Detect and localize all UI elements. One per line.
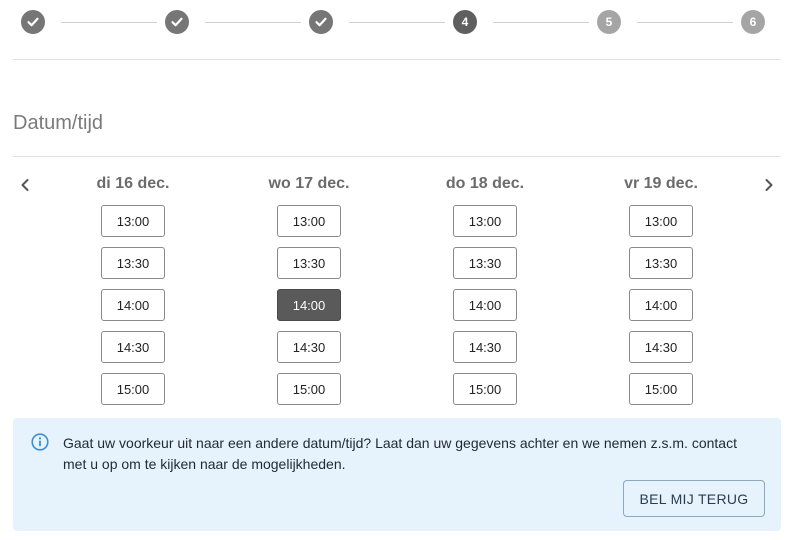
day-column: wo 17 dec. 13:00 13:30 14:00 14:30 15:00 — [239, 174, 379, 415]
step-1-complete — [21, 10, 45, 34]
time-slot[interactable]: 14:00 — [101, 289, 165, 321]
day-label: di 16 dec. — [96, 175, 170, 192]
step-connector — [61, 22, 157, 23]
time-slot[interactable]: 13:30 — [453, 247, 517, 279]
progress-stepper: 4 5 6 — [21, 10, 765, 36]
time-slot[interactable]: 14:00 — [453, 289, 517, 321]
time-slot[interactable]: 15:00 — [453, 373, 517, 405]
info-icon — [31, 433, 49, 451]
step-connector — [205, 22, 301, 23]
chevron-left-icon — [21, 179, 29, 191]
step-3-complete — [309, 10, 333, 34]
time-slot[interactable]: 13:30 — [101, 247, 165, 279]
time-slot[interactable]: 14:30 — [453, 331, 517, 363]
step-number: 5 — [605, 15, 613, 29]
time-slot[interactable]: 13:30 — [629, 247, 693, 279]
step-connector — [637, 22, 733, 23]
prev-days-button[interactable] — [14, 174, 36, 196]
time-slot[interactable]: 14:30 — [629, 331, 693, 363]
checkmark-icon — [27, 17, 39, 27]
time-slot[interactable]: 14:30 — [277, 331, 341, 363]
chevron-right-icon — [765, 179, 773, 191]
time-slot[interactable]: 13:00 — [277, 205, 341, 237]
day-column: do 18 dec. 13:00 13:30 14:00 14:30 15:00 — [415, 174, 555, 415]
day-column: vr 19 dec. 13:00 13:30 14:00 14:30 15:00 — [591, 174, 731, 415]
checkmark-icon — [315, 17, 327, 27]
section-title: Datum/tijd — [13, 112, 104, 134]
info-message: Gaat uw voorkeur uit naar een andere dat… — [63, 435, 737, 472]
day-label: do 18 dec. — [445, 175, 525, 192]
time-slot[interactable]: 15:00 — [629, 373, 693, 405]
checkmark-icon — [171, 17, 183, 27]
step-number: 4 — [461, 15, 469, 29]
time-slot[interactable]: 13:30 — [277, 247, 341, 279]
divider — [13, 59, 781, 60]
time-slot[interactable]: 15:00 — [277, 373, 341, 405]
step-connector — [349, 22, 445, 23]
time-slot[interactable]: 14:30 — [101, 331, 165, 363]
step-4-current: 4 — [453, 10, 477, 34]
day-label: vr 19 dec. — [624, 175, 698, 192]
step-6: 6 — [741, 10, 765, 34]
step-2-complete — [165, 10, 189, 34]
step-5: 5 — [597, 10, 621, 34]
day-column: di 16 dec. 13:00 13:30 14:00 14:30 15:00 — [63, 174, 203, 415]
time-slot-selected[interactable]: 14:00 — [277, 289, 341, 321]
time-slot[interactable]: 13:00 — [101, 205, 165, 237]
divider — [13, 156, 781, 157]
step-connector — [493, 22, 589, 23]
time-slot[interactable]: 13:00 — [453, 205, 517, 237]
time-slot[interactable]: 14:00 — [629, 289, 693, 321]
time-slot[interactable]: 13:00 — [629, 205, 693, 237]
info-callout: Gaat uw voorkeur uit naar een andere dat… — [13, 418, 781, 531]
day-label: wo 17 dec. — [268, 175, 350, 192]
call-me-back-button[interactable]: BEL MIJ TERUG — [623, 480, 765, 517]
time-slot[interactable]: 15:00 — [101, 373, 165, 405]
next-days-button[interactable] — [758, 174, 780, 196]
step-number: 6 — [749, 15, 757, 29]
